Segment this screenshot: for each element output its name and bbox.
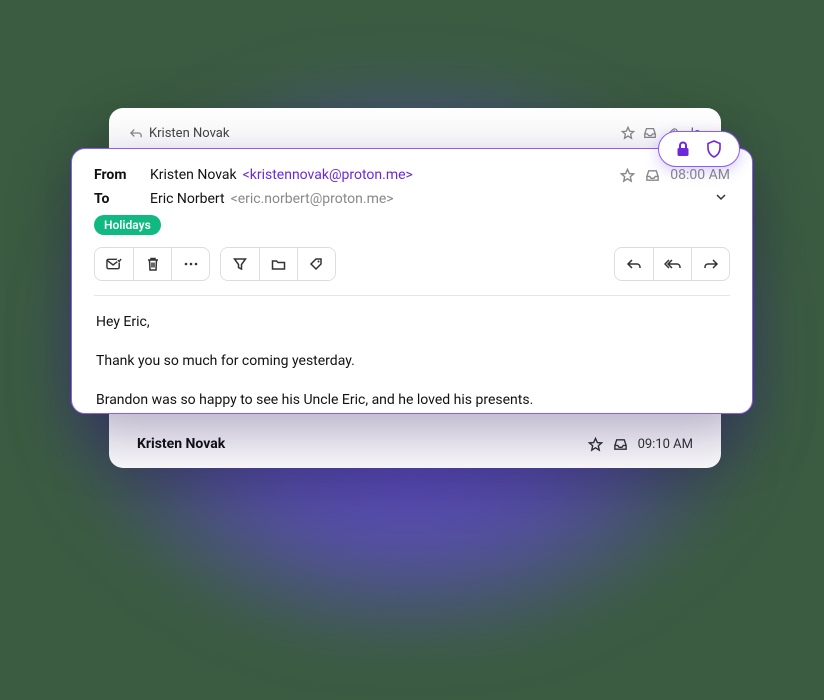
more-button[interactable] [171, 248, 209, 280]
lock-icon [675, 140, 691, 158]
message-time: 08:00 AM [670, 167, 730, 183]
message-body: Hey Eric, Thank you so much for coming y… [94, 296, 730, 411]
body-paragraph: Brandon was so happy to see his Uncle Er… [96, 390, 728, 411]
mark-unread-button[interactable] [95, 248, 133, 280]
collapsed-message-row[interactable]: Kristen Novak Ja [129, 122, 701, 144]
collapsed-sender-bottom: Kristen Novak [137, 436, 225, 452]
from-name: Kristen Novak [150, 167, 237, 183]
to-row: To Eric Norbert <eric.norbert@proton.me> [94, 189, 730, 208]
inbox-icon[interactable] [643, 126, 657, 140]
to-email: <eric.norbert@proton.me> [231, 191, 394, 207]
reply-icon [129, 127, 143, 139]
action-group-primary [94, 247, 210, 281]
security-badges [658, 131, 740, 167]
chevron-down-icon[interactable] [714, 190, 728, 204]
message-toolbar [94, 247, 730, 281]
from-email: <kristennovak@proton.me> [243, 167, 413, 183]
from-label: From [94, 167, 150, 183]
forward-button[interactable] [691, 248, 729, 280]
star-icon[interactable] [620, 168, 635, 183]
label-tag[interactable]: Holidays [94, 215, 161, 235]
inbox-icon[interactable] [645, 168, 660, 183]
to-name: Eric Norbert [150, 191, 225, 207]
labels-row: Holidays [94, 214, 730, 235]
message-card: From Kristen Novak <kristennovak@proton.… [71, 148, 753, 414]
trash-button[interactable] [133, 248, 171, 280]
label-button[interactable] [297, 248, 335, 280]
filter-button[interactable] [221, 248, 259, 280]
body-paragraph: Thank you so much for coming yesterday. [96, 351, 728, 372]
to-label: To [94, 191, 150, 207]
action-group-respond [614, 247, 730, 281]
shield-icon [705, 139, 723, 159]
folder-button[interactable] [259, 248, 297, 280]
collapsed-message-row-bottom[interactable]: Kristen Novak 09:10 AM [109, 420, 721, 468]
inbox-icon[interactable] [613, 437, 628, 452]
reply-button[interactable] [615, 248, 653, 280]
collapsed-time-bottom: 09:10 AM [638, 437, 693, 452]
action-group-organize [220, 247, 336, 281]
star-icon[interactable] [621, 126, 635, 140]
body-paragraph: Hey Eric, [96, 312, 728, 333]
star-icon[interactable] [588, 437, 603, 452]
from-row: From Kristen Novak <kristennovak@proton.… [94, 167, 730, 183]
collapsed-sender: Kristen Novak [149, 126, 229, 141]
reply-all-button[interactable] [653, 248, 691, 280]
